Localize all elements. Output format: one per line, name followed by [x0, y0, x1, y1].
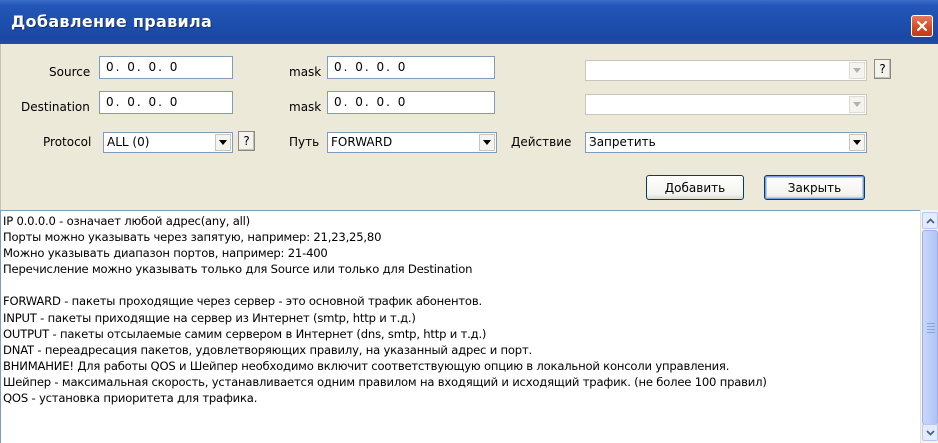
info-line: OUTPUT - пакеты отсылаемые самим серверо…: [3, 326, 487, 341]
dropdown-button[interactable]: [849, 96, 865, 113]
destination-mask-field[interactable]: 0. 0. 0. 0: [327, 91, 495, 114]
add-button[interactable]: Добавить: [646, 175, 744, 200]
source-mask-label: mask: [289, 65, 322, 79]
title-bar[interactable]: Добавление правила: [0, 0, 938, 44]
scroll-thumb[interactable]: [922, 230, 938, 425]
dropdown-button[interactable]: [479, 134, 495, 151]
arrow-up-icon: [925, 217, 935, 224]
info-line: QOS - установка приоритета для трафика.: [3, 391, 258, 406]
destination-mask-label: mask: [289, 100, 322, 114]
info-line: Можно указывать диапазон портов, наприме…: [3, 246, 328, 261]
info-line: Перечисление можно указывать только для …: [3, 262, 473, 277]
source-label: Source: [49, 65, 91, 79]
window-title: Добавление правила: [11, 12, 213, 31]
close-window-button[interactable]: [911, 15, 933, 37]
chevron-down-icon: [853, 140, 861, 145]
chevron-down-icon: [853, 102, 861, 107]
scroll-down-button[interactable]: [922, 424, 938, 441]
info-line: [3, 277, 919, 293]
info-line: Порты можно указывать через запятую, нап…: [3, 230, 382, 245]
info-line: IP 0.0.0.0 - означает любой адрес(any, a…: [3, 214, 250, 228]
info-textarea[interactable]: IP 0.0.0.0 - означает любой адрес(any, a…: [0, 210, 938, 443]
action-select[interactable]: Запретить: [585, 132, 867, 153]
dropdown-button[interactable]: [215, 134, 231, 151]
rule-form: Source 0. 0. 0. 0 mask 0. 0. 0. 0 ? Dest…: [0, 44, 938, 210]
chevron-down-icon: [219, 140, 227, 145]
protocol-label: Protocol: [43, 135, 92, 149]
info-line: DNAT - переадресация пакетов, удовлетвор…: [3, 342, 533, 357]
add-rule-dialog: Добавление правила Source 0. 0. 0. 0 mas…: [0, 0, 938, 443]
destination-ip-field[interactable]: 0. 0. 0. 0: [99, 91, 233, 114]
close-button[interactable]: Закрыть: [764, 175, 865, 200]
help-button-protocol[interactable]: ?: [238, 131, 255, 151]
source-port-combo[interactable]: [585, 60, 867, 81]
source-mask-field[interactable]: 0. 0. 0. 0: [327, 56, 495, 79]
dropdown-button[interactable]: [849, 62, 865, 79]
close-icon: [916, 20, 928, 32]
info-line: INPUT - пакеты приходящие на сервер из И…: [3, 310, 416, 325]
scroll-up-button[interactable]: [922, 212, 938, 229]
destination-port-combo[interactable]: [585, 94, 867, 115]
info-line: Шейпер - максимальная скорость, устанавл…: [3, 374, 767, 389]
vertical-scrollbar[interactable]: [920, 210, 938, 443]
info-line: FORWARD - пакеты проходящие через сервер…: [3, 294, 482, 309]
destination-label: Destination: [21, 100, 90, 114]
info-line: ВНИМАНИЕ! Для работы QOS и Шейпер необхо…: [3, 358, 730, 373]
chevron-down-icon: [853, 68, 861, 73]
path-label: Путь: [289, 135, 320, 149]
help-button-ports[interactable]: ?: [874, 59, 891, 79]
info-text: IP 0.0.0.0 - означает любой адрес(any, a…: [3, 213, 919, 406]
arrow-down-icon: [925, 429, 935, 436]
chevron-down-icon: [483, 140, 491, 145]
action-label: Действие: [511, 135, 572, 149]
dropdown-button[interactable]: [849, 134, 865, 151]
path-select[interactable]: FORWARD: [327, 132, 497, 153]
source-ip-field[interactable]: 0. 0. 0. 0: [99, 56, 233, 79]
protocol-select[interactable]: ALL (0): [103, 132, 233, 153]
